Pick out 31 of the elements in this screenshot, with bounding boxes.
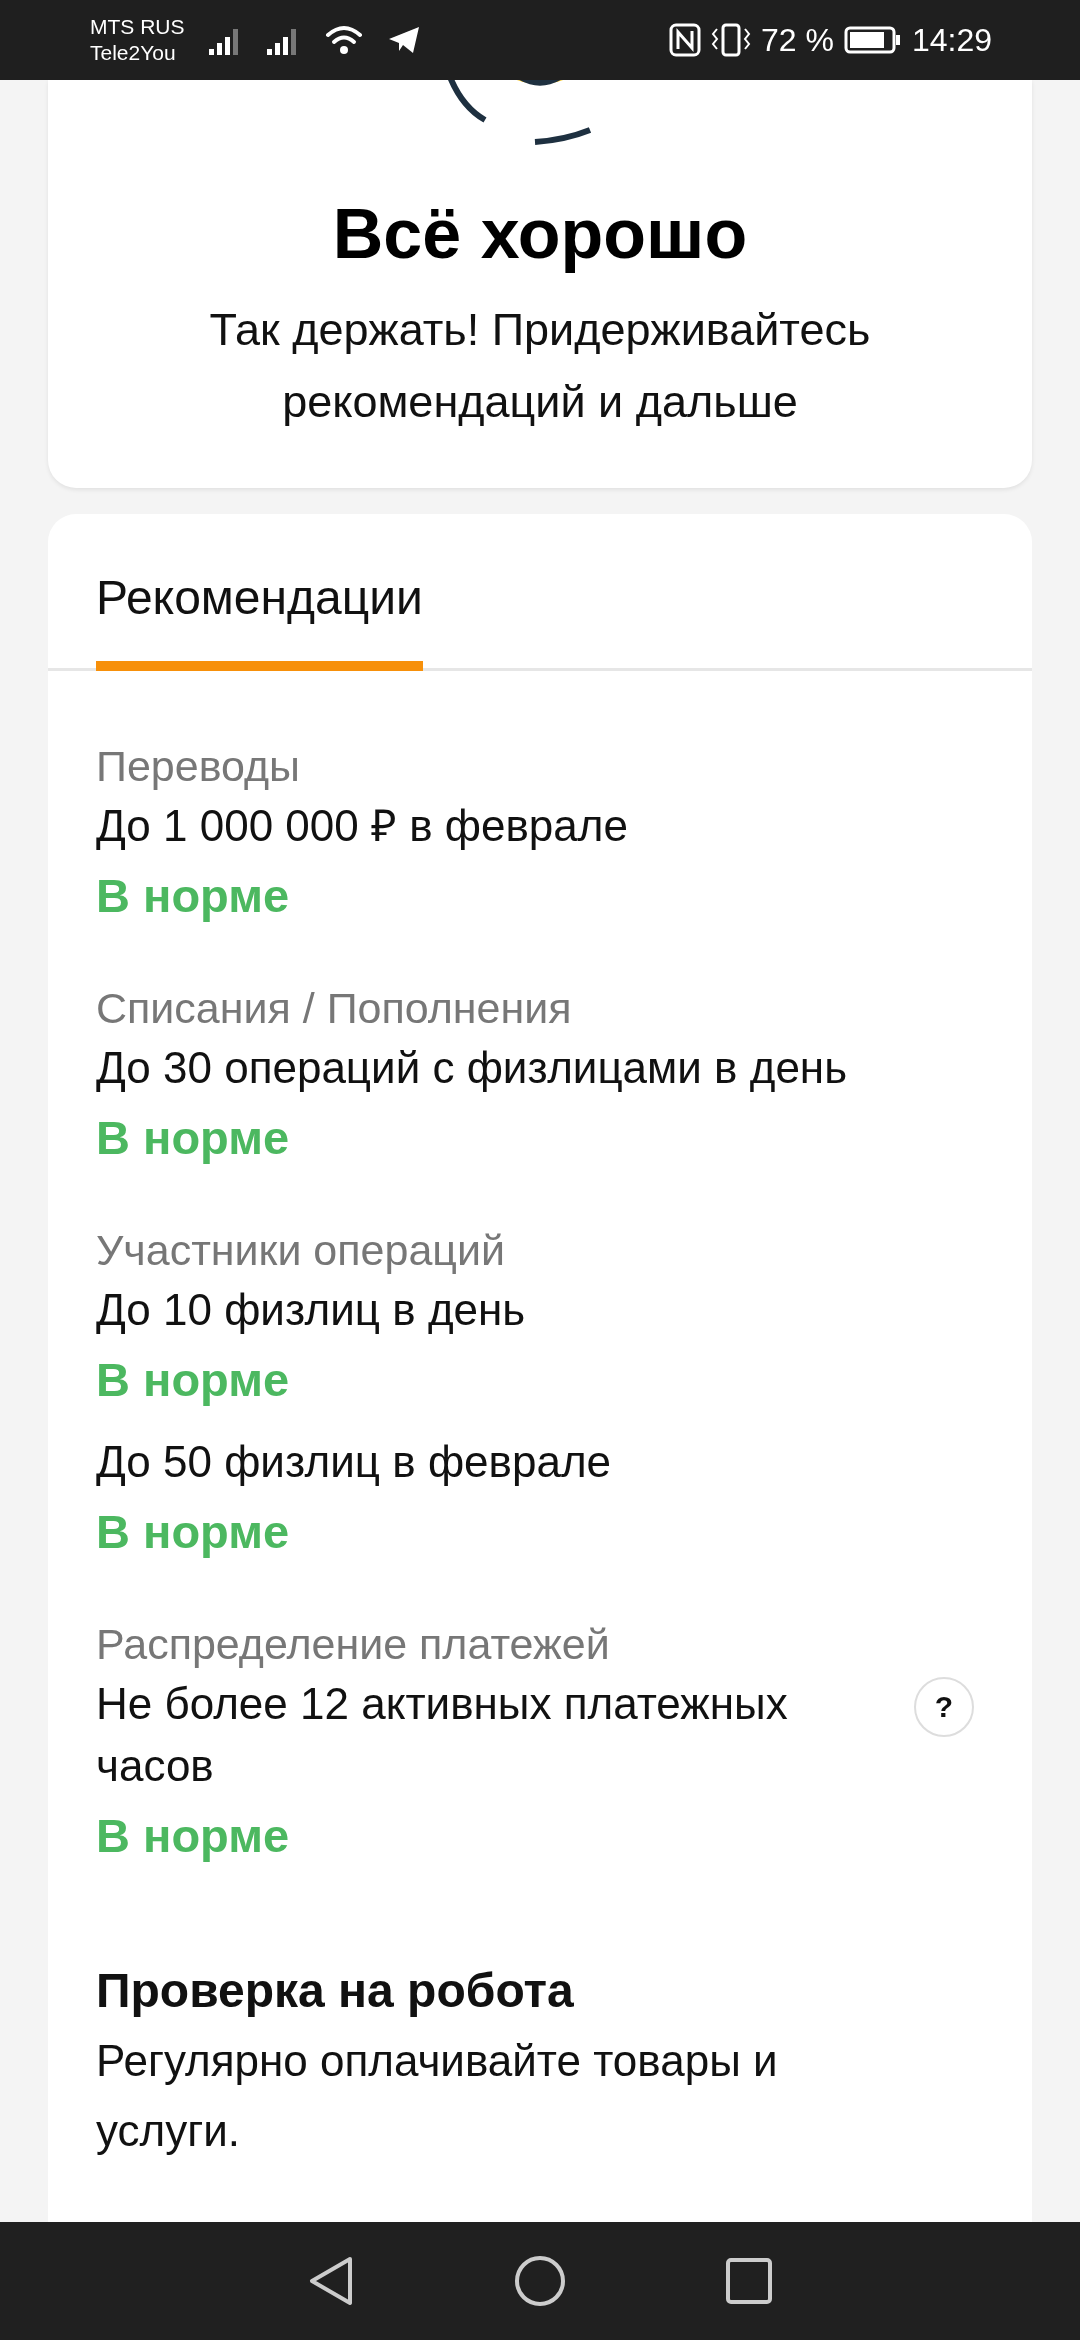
help-button[interactable]: ?	[914, 1677, 974, 1737]
status-title: Всё хорошо	[332, 194, 748, 274]
back-icon[interactable]	[308, 2255, 354, 2307]
tab[interactable]: Рекомендации	[96, 514, 423, 671]
limit-text: До 30 операций с физлицами в день	[96, 1042, 849, 1094]
status-text: В норме	[96, 1808, 291, 1864]
status-message: Так держать! Придерживайтесь рекомендаций и дальше	[208, 303, 872, 429]
limit-text: Не более 12 активных платежных часов	[96, 1678, 789, 1792]
status-text: В норме	[96, 1352, 291, 1408]
category-label: Участники операций	[96, 1225, 506, 1276]
category-label: Переводы	[96, 741, 301, 792]
clock-time: 14:29	[911, 21, 992, 59]
vibrate-icon	[711, 23, 751, 57]
section-title: Проверка на робота	[96, 1963, 575, 2018]
category-label: Распределение платежей	[96, 1619, 611, 1670]
carrier-name: Tele2You	[90, 40, 177, 66]
recents-icon[interactable]	[726, 2258, 772, 2304]
status-text: В норме	[96, 868, 291, 924]
nfc-icon	[669, 23, 701, 57]
status-text: В норме	[96, 1504, 291, 1560]
wifi-icon	[324, 25, 363, 55]
limit-text: До 10 физлиц в день	[96, 1284, 527, 1336]
carrier-name: MTS RUS	[90, 14, 185, 40]
status-text: В норме	[96, 1110, 291, 1166]
home-icon[interactable]	[514, 2255, 566, 2307]
limit-text: До 1 000 000 ₽ в феврале	[96, 800, 629, 852]
section-text: Регулярно оплачивайте товары и услуги.	[96, 2035, 779, 2157]
battery-icon	[843, 26, 902, 54]
battery-percent: 72 %	[761, 21, 834, 59]
category-label: Списания / Пополнения	[96, 983, 573, 1034]
limit-text: До 50 физлиц в феврале	[96, 1436, 613, 1488]
